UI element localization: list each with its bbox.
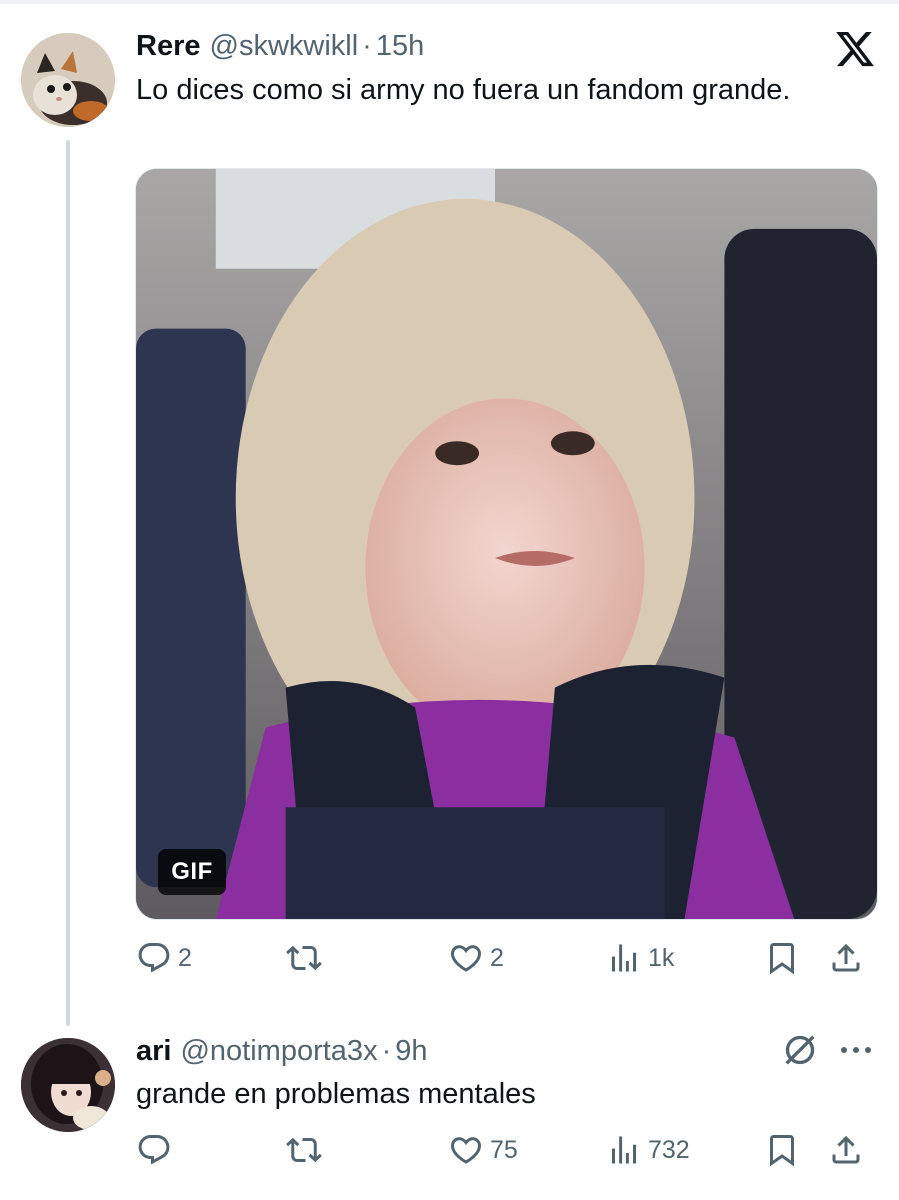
retweet-button[interactable] bbox=[286, 938, 328, 978]
bookmark-button[interactable] bbox=[764, 938, 800, 978]
tweet-media-gif[interactable]: GIF bbox=[135, 168, 878, 920]
views-count: 1k bbox=[648, 943, 675, 972]
muted-icon[interactable] bbox=[780, 1030, 820, 1070]
display-name[interactable]: Rere bbox=[136, 29, 201, 63]
x-logo bbox=[836, 31, 874, 67]
share-icon bbox=[832, 1135, 860, 1164]
views-button[interactable]: 1k bbox=[606, 938, 674, 978]
reply-icon bbox=[138, 1135, 170, 1165]
share-button[interactable] bbox=[828, 1130, 864, 1170]
bookmark-icon bbox=[770, 1135, 794, 1167]
avatar[interactable] bbox=[21, 33, 115, 127]
user-handle[interactable]: @notimporta3x bbox=[180, 1034, 377, 1068]
share-icon bbox=[832, 943, 860, 972]
views-button[interactable]: 732 bbox=[606, 1130, 690, 1170]
timestamp[interactable]: 15h bbox=[376, 29, 424, 63]
more-icon[interactable] bbox=[836, 1040, 876, 1060]
timestamp[interactable]: 9h bbox=[395, 1034, 427, 1068]
tweet-text: grande en problemas mentales bbox=[136, 1078, 536, 1110]
bookmark-button[interactable] bbox=[764, 1130, 800, 1170]
share-button[interactable] bbox=[828, 938, 864, 978]
reply-button[interactable] bbox=[136, 1130, 178, 1170]
thread-connector-line bbox=[66, 140, 70, 1026]
retweet-icon bbox=[286, 1137, 322, 1163]
like-icon bbox=[450, 1137, 482, 1164]
avatar[interactable] bbox=[21, 1038, 115, 1132]
separator-dot: · bbox=[362, 30, 372, 62]
like-button[interactable]: 75 bbox=[448, 1130, 518, 1170]
like-icon bbox=[450, 945, 482, 972]
retweet-icon bbox=[286, 945, 322, 971]
gif-badge: GIF bbox=[158, 849, 226, 895]
like-button[interactable]: 2 bbox=[448, 938, 504, 978]
like-count: 2 bbox=[490, 943, 504, 972]
tweet-text: Lo dices como si army no fuera un fandom… bbox=[136, 74, 791, 106]
top-divider bbox=[0, 0, 899, 4]
tweet-header: ari @notimporta3x · 9h bbox=[136, 1034, 428, 1068]
user-handle[interactable]: @skwkwikll bbox=[210, 29, 359, 63]
views-count: 732 bbox=[648, 1135, 690, 1164]
gif-image bbox=[136, 169, 877, 919]
views-icon bbox=[612, 1136, 636, 1164]
display-name[interactable]: ari bbox=[136, 1034, 171, 1068]
separator-dot: · bbox=[381, 1035, 392, 1067]
reply-icon bbox=[138, 943, 170, 973]
avatar-girl-image bbox=[21, 1038, 115, 1132]
reply-count: 2 bbox=[178, 943, 192, 972]
tweet-actions-bar: 2 2 1k bbox=[136, 938, 876, 978]
views-icon bbox=[612, 944, 636, 972]
tweet-header: Rere @skwkwikll · 15h bbox=[136, 29, 424, 63]
reply-button[interactable]: 2 bbox=[136, 938, 192, 978]
bookmark-icon bbox=[770, 943, 794, 975]
retweet-button[interactable] bbox=[286, 1130, 328, 1170]
like-count: 75 bbox=[490, 1135, 518, 1164]
avatar-cat-image bbox=[21, 33, 115, 127]
tweet-actions-bar: 75 732 bbox=[136, 1130, 876, 1170]
